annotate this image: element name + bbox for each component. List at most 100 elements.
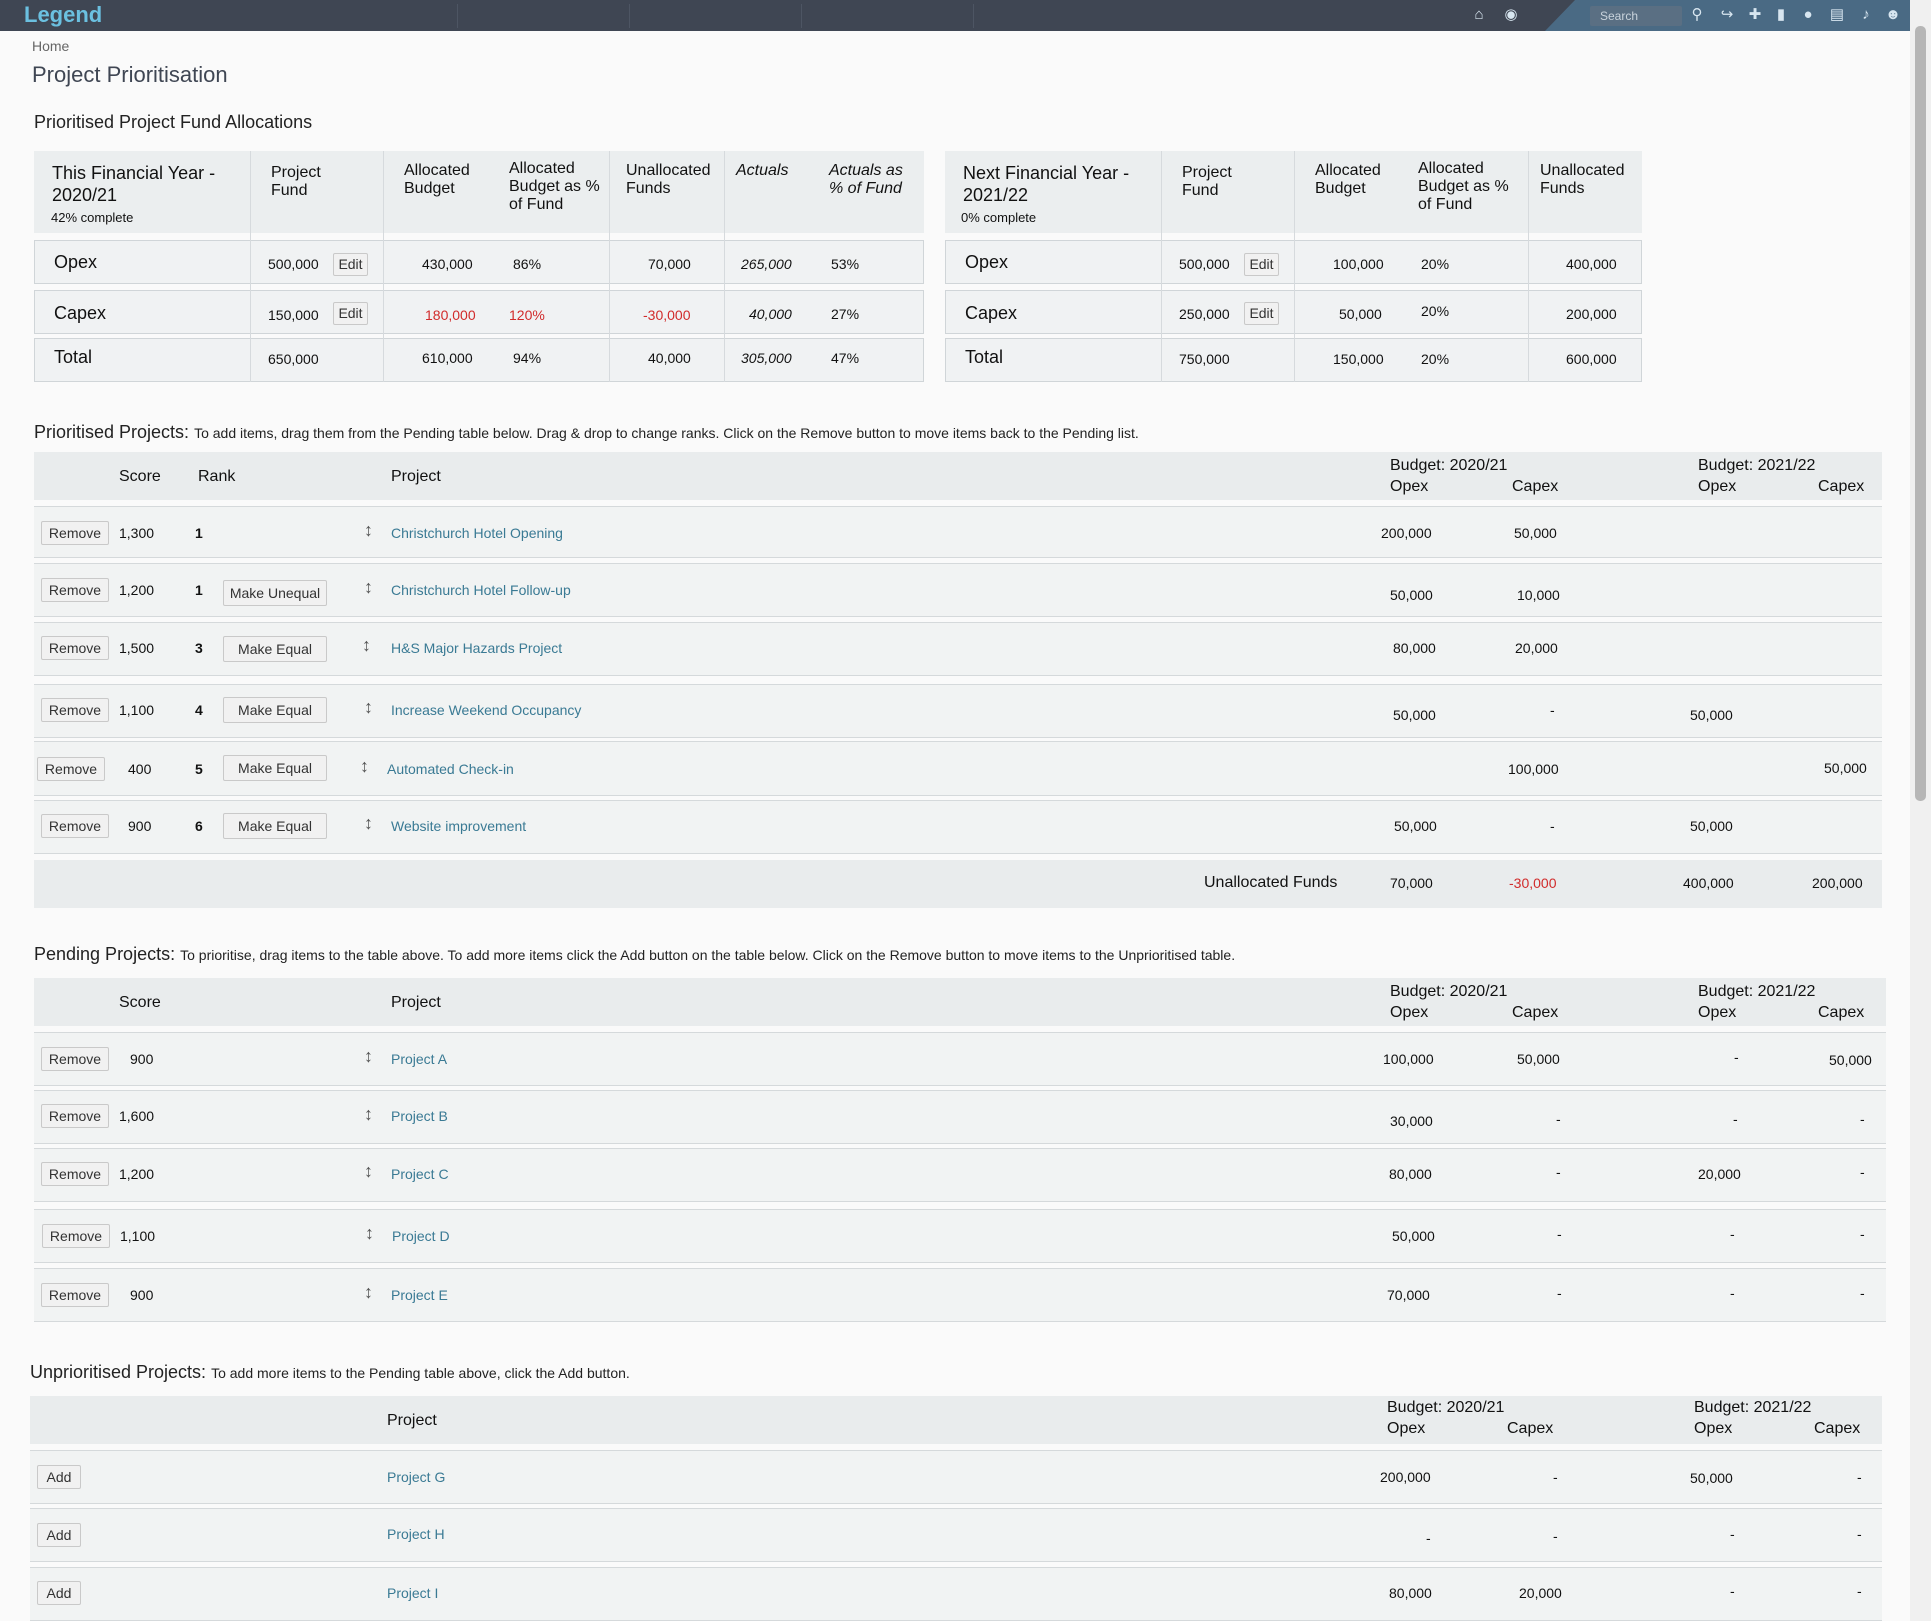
make-equal-button[interactable]: Make Equal bbox=[223, 813, 327, 839]
table-row[interactable] bbox=[34, 1148, 1886, 1202]
project-link[interactable]: Project E bbox=[391, 1287, 448, 1303]
table-row[interactable] bbox=[34, 1032, 1886, 1086]
project-link[interactable]: Christchurch Hotel Opening bbox=[391, 525, 563, 541]
add-button[interactable]: Add bbox=[37, 1465, 81, 1489]
make-equal-button[interactable]: Make Equal bbox=[223, 697, 327, 723]
remove-button[interactable]: Remove bbox=[41, 814, 109, 838]
make-unequal-button[interactable]: Make Unequal bbox=[223, 580, 327, 606]
column-header-unallocated: Unallocated Funds bbox=[626, 162, 711, 197]
remove-button[interactable]: Remove bbox=[41, 1162, 109, 1186]
drag-handle-icon[interactable]: ↕ bbox=[364, 520, 373, 541]
remove-button[interactable]: Remove bbox=[41, 1047, 109, 1071]
app-logo[interactable]: Legend bbox=[24, 2, 102, 28]
remove-button[interactable]: Remove bbox=[42, 1224, 110, 1248]
scrollbar-thumb[interactable] bbox=[1915, 26, 1926, 801]
column-header-project: Project bbox=[391, 994, 441, 1011]
row-label-capex: Capex bbox=[54, 303, 107, 323]
capex-2020-cell: - bbox=[1556, 1164, 1561, 1180]
drag-handle-icon[interactable]: ↕ bbox=[362, 635, 371, 656]
user-icon[interactable]: ☻ bbox=[1884, 6, 1902, 24]
share-icon[interactable]: ↪ bbox=[1718, 6, 1736, 24]
row-label-capex: Capex bbox=[965, 303, 1018, 323]
project-link[interactable]: Automated Check-in bbox=[387, 761, 514, 777]
prioritised-section-title: Prioritised Projects: To add items, drag… bbox=[34, 422, 1139, 443]
project-link[interactable]: Project A bbox=[391, 1051, 447, 1067]
score-cell: 900 bbox=[128, 818, 152, 834]
document-icon[interactable]: ▤ bbox=[1828, 6, 1846, 24]
drag-handle-icon[interactable]: ↕ bbox=[364, 697, 373, 718]
remove-button[interactable]: Remove bbox=[41, 521, 109, 545]
table-row[interactable] bbox=[34, 1268, 1886, 1322]
opex-2020-cell: 70,000 bbox=[1387, 1287, 1430, 1303]
capex-2020-cell: - bbox=[1550, 818, 1555, 834]
prioritised-title: Prioritised Projects: bbox=[34, 422, 190, 442]
table-row[interactable] bbox=[34, 1209, 1886, 1263]
project-link[interactable]: Project C bbox=[391, 1166, 449, 1182]
column-header-budget-2020: Budget: 2020/21 bbox=[1390, 457, 1508, 474]
unprioritised-instructions: To add more items to the Pending table a… bbox=[211, 1365, 630, 1381]
remove-button[interactable]: Remove bbox=[37, 757, 105, 781]
drag-handle-icon[interactable]: ↕ bbox=[360, 756, 369, 777]
edit-button[interactable]: Edit bbox=[1244, 302, 1279, 325]
drag-handle-icon[interactable]: ↕ bbox=[364, 1161, 373, 1182]
bell-icon[interactable]: ♪ bbox=[1857, 6, 1875, 24]
remove-button[interactable]: Remove bbox=[41, 698, 109, 722]
globe-icon[interactable]: ◉ bbox=[1502, 6, 1520, 24]
capex-2020-cell: 50,000 bbox=[1517, 1051, 1560, 1067]
remove-button[interactable]: Remove bbox=[41, 636, 109, 660]
column-header-opex: Opex bbox=[1387, 1420, 1426, 1437]
project-link[interactable]: Increase Weekend Occupancy bbox=[391, 702, 581, 718]
project-link[interactable]: Project D bbox=[392, 1228, 450, 1244]
breadcrumb[interactable]: Home bbox=[32, 38, 69, 54]
search-input[interactable]: Search bbox=[1590, 6, 1682, 26]
table-header bbox=[34, 978, 1886, 1026]
drag-handle-icon[interactable]: ↕ bbox=[364, 577, 373, 598]
make-equal-button[interactable]: Make Equal bbox=[223, 636, 327, 662]
remove-button[interactable]: Remove bbox=[41, 578, 109, 602]
table-row[interactable] bbox=[30, 1508, 1882, 1562]
page-scrollbar[interactable] bbox=[1910, 0, 1931, 1621]
rank-cell: 1 bbox=[195, 582, 203, 598]
project-link[interactable]: Website improvement bbox=[391, 818, 526, 834]
drag-handle-icon[interactable]: ↕ bbox=[365, 1223, 374, 1244]
project-link[interactable]: Project B bbox=[391, 1108, 448, 1124]
allocated-value: 150,000 bbox=[1333, 351, 1384, 367]
bookmark-icon[interactable]: ▮ bbox=[1772, 6, 1790, 24]
unprioritised-title: Unprioritised Projects: bbox=[30, 1362, 207, 1382]
project-link[interactable]: Project H bbox=[387, 1526, 445, 1542]
search-icon[interactable]: ⚲ bbox=[1688, 6, 1706, 24]
drag-handle-icon[interactable]: ↕ bbox=[364, 813, 373, 834]
opex-2021-cell: - bbox=[1730, 1285, 1735, 1301]
table-row[interactable] bbox=[30, 1450, 1882, 1504]
home-icon[interactable]: ⌂ bbox=[1470, 6, 1488, 24]
project-link[interactable]: Project I bbox=[387, 1585, 438, 1601]
table-row[interactable] bbox=[34, 1090, 1886, 1144]
allocated-pct: 20% bbox=[1421, 256, 1450, 272]
project-link[interactable]: Project G bbox=[387, 1469, 445, 1485]
project-link[interactable]: H&S Major Hazards Project bbox=[391, 640, 562, 656]
remove-button[interactable]: Remove bbox=[41, 1283, 109, 1307]
nav-divider bbox=[457, 4, 458, 28]
edit-button[interactable]: Edit bbox=[1244, 253, 1279, 276]
project-link[interactable]: Christchurch Hotel Follow-up bbox=[391, 582, 571, 598]
drag-handle-icon[interactable]: ↕ bbox=[364, 1282, 373, 1303]
opex-2021-cell: - bbox=[1734, 1049, 1739, 1065]
add-button[interactable]: Add bbox=[37, 1523, 81, 1547]
table-row[interactable] bbox=[30, 1567, 1882, 1621]
make-equal-button[interactable]: Make Equal bbox=[223, 755, 327, 781]
add-button[interactable]: Add bbox=[37, 1581, 81, 1605]
allocated-value: 100,000 bbox=[1333, 256, 1384, 272]
nav-divider bbox=[629, 4, 630, 28]
table-row[interactable] bbox=[34, 506, 1882, 558]
column-header-capex: Capex bbox=[1512, 1004, 1559, 1021]
prioritised-instructions: To add items, drag them from the Pending… bbox=[194, 425, 1139, 441]
edit-button[interactable]: Edit bbox=[333, 302, 368, 325]
edit-button[interactable]: Edit bbox=[333, 253, 368, 276]
drag-handle-icon[interactable]: ↕ bbox=[364, 1046, 373, 1067]
remove-button[interactable]: Remove bbox=[41, 1104, 109, 1128]
capex-2021-cell: 50,000 bbox=[1829, 1052, 1872, 1068]
plus-icon[interactable]: ✚ bbox=[1746, 6, 1764, 24]
chat-icon[interactable]: ● bbox=[1799, 6, 1817, 24]
drag-handle-icon[interactable]: ↕ bbox=[364, 1104, 373, 1125]
unprioritised-section-title: Unprioritised Projects: To add more item… bbox=[30, 1362, 630, 1383]
